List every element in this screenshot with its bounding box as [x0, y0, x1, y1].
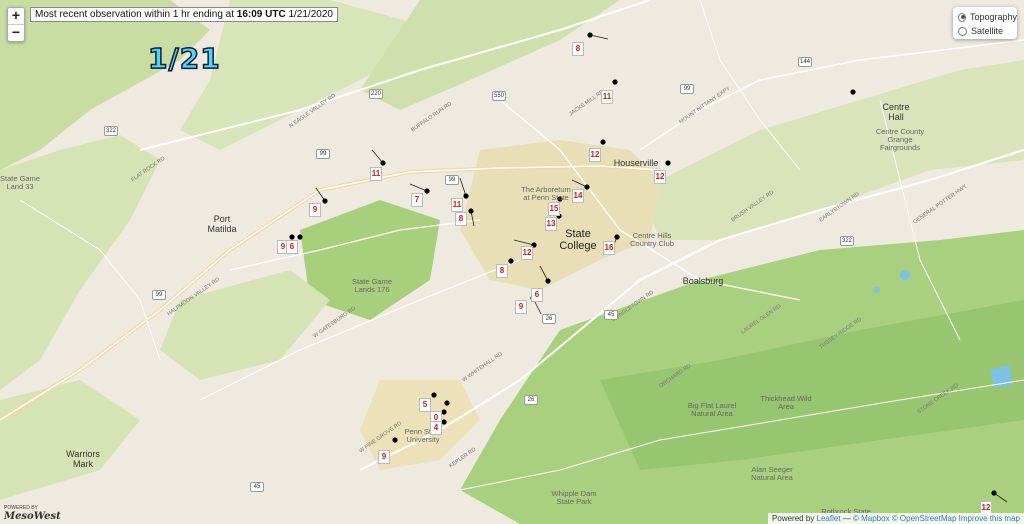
station-value[interactable]: 11 [601, 90, 613, 104]
attribution-prefix: Powered by [772, 514, 815, 523]
station-dot[interactable] [441, 409, 447, 415]
zoom-control: + − [7, 7, 25, 42]
area-label: Centre Hills Country Club [630, 231, 674, 248]
place-name: Houserville [613, 158, 659, 168]
route-shield: 322 [104, 126, 118, 136]
area-label: Thickhead Wild Area [760, 394, 812, 411]
place-name: Port Matilda [207, 214, 237, 234]
station-dot[interactable] [297, 234, 303, 240]
area-label: Whipple Dam State Park [551, 489, 597, 506]
station-dot[interactable] [584, 184, 590, 190]
station-dot[interactable] [468, 208, 474, 214]
station-dot[interactable] [665, 160, 671, 166]
station-value[interactable]: 5 [419, 398, 431, 412]
station-dot[interactable] [463, 193, 469, 199]
station-dot[interactable] [991, 490, 997, 496]
observation-time: 16:09 UTC [236, 9, 286, 20]
station-value[interactable]: 11 [370, 167, 382, 181]
station-value[interactable]: 9 [309, 203, 321, 217]
route-shield: 45 [604, 310, 618, 320]
observation-date: 1/21/2020 [288, 9, 333, 20]
observation-banner: Most recent observation within 1 hr endi… [30, 7, 338, 22]
station-dot[interactable] [441, 419, 447, 425]
station-value[interactable]: 4 [430, 421, 442, 435]
zoom-in-button[interactable]: + [8, 8, 24, 24]
area-label: Big Flat Laurel Natural Area [687, 401, 737, 418]
station-value[interactable]: 13 [545, 217, 557, 231]
place-name: Warriors Mark [66, 449, 100, 469]
area-label: Alan Seeger Natural Area [751, 465, 793, 482]
station-dot[interactable] [587, 32, 593, 38]
area-label: The Arboretum at Penn State [521, 185, 571, 202]
water-body [874, 287, 880, 293]
station-dot[interactable] [392, 437, 398, 443]
route-shield: 26 [524, 395, 538, 405]
station-dot[interactable] [444, 400, 450, 406]
station-value[interactable]: 8 [455, 212, 467, 226]
station-dot[interactable] [424, 188, 430, 194]
layer-topography-label: Topography [969, 12, 1017, 22]
station-value[interactable]: 14 [572, 189, 584, 203]
station-value[interactable]: 11 [451, 198, 463, 212]
station-value[interactable]: 12 [521, 246, 533, 260]
layer-topography-option[interactable]: Topography [953, 10, 1017, 24]
place-name: State College [559, 228, 597, 252]
improve-map-link[interactable]: Improve this map [959, 514, 1020, 523]
station-dot[interactable] [614, 234, 620, 240]
station-value[interactable]: 9 [515, 300, 527, 314]
station-dot[interactable] [380, 160, 386, 166]
station-dot[interactable] [289, 234, 295, 240]
route-shield: 26 [542, 314, 556, 324]
station-dot[interactable] [322, 198, 328, 204]
station-dot[interactable] [431, 392, 437, 398]
place-name: Centre Hall [882, 102, 910, 122]
station-value[interactable]: 15 [548, 202, 560, 216]
route-shield: 99 [316, 149, 330, 159]
area-label: State Game Lands 176 [351, 277, 393, 294]
water-body [900, 270, 910, 280]
station-value[interactable]: 8 [496, 264, 508, 278]
zoom-out-button[interactable]: − [8, 24, 24, 41]
station-dot[interactable] [600, 139, 606, 145]
leaflet-link[interactable]: Leaflet [817, 514, 841, 523]
date-overlay: 1/21 [147, 41, 221, 76]
station-value[interactable]: 6 [286, 240, 298, 254]
route-shield: 99 [680, 84, 694, 94]
station-value[interactable]: 9 [378, 450, 390, 464]
station-dot[interactable] [850, 89, 856, 95]
station-dot[interactable] [508, 258, 514, 264]
topographic-map[interactable] [0, 0, 1024, 524]
station-dot[interactable] [612, 79, 618, 85]
station-value[interactable]: 12 [589, 148, 601, 162]
station-value[interactable]: 6 [531, 288, 543, 302]
radio-unselected-icon[interactable] [958, 26, 967, 36]
area-label: State Game Land 33 [0, 174, 41, 191]
route-shield: 322 [840, 236, 854, 246]
layer-satellite-option[interactable]: Satellite [953, 24, 1017, 38]
route-shield: 550 [492, 91, 506, 101]
layer-satellite-label: Satellite [971, 26, 1004, 36]
place-name: Boalsburg [682, 276, 724, 286]
station-value[interactable]: 12 [654, 170, 666, 184]
route-shield: 99 [152, 290, 166, 300]
observation-prefix: Most recent observation within 1 hr endi… [35, 9, 234, 20]
station-value[interactable]: 8 [572, 42, 584, 56]
radio-selected-icon[interactable] [958, 12, 966, 22]
route-shield: 99 [445, 175, 459, 185]
osm-link[interactable]: © OpenStreetMap [892, 514, 957, 523]
area-label: Centre County Grange Fairgrounds [875, 127, 925, 152]
layer-switcher: Topography Satellite [953, 7, 1017, 39]
route-shield: 220 [369, 89, 383, 99]
station-dot[interactable] [545, 278, 551, 284]
station-value[interactable]: 7 [411, 193, 423, 207]
station-value[interactable]: 16 [603, 241, 615, 255]
map-attribution: Powered by Leaflet — © Mapbox © OpenStre… [768, 513, 1024, 524]
mapbox-link[interactable]: © Mapbox [853, 514, 890, 523]
mesowest-logo[interactable]: MesoWest [4, 511, 61, 522]
route-shield: 45 [250, 482, 264, 492]
route-shield: 144 [798, 57, 812, 67]
